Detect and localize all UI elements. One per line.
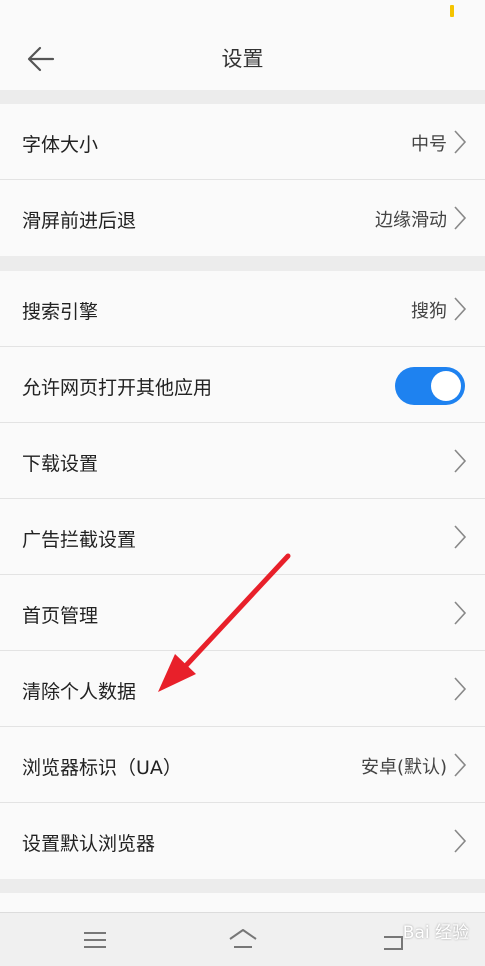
chevron-right-icon	[454, 206, 467, 230]
chevron-right-icon	[454, 525, 467, 549]
nav-home-button[interactable]	[227, 925, 257, 955]
setting-value: 中号	[411, 134, 447, 155]
setting-row-font-size[interactable]: 字体大小 中号	[0, 104, 485, 180]
setting-label: 滑屏前进后退	[22, 210, 137, 232]
allow-open-apps-toggle[interactable]	[395, 367, 465, 405]
setting-label: 广告拦截设置	[22, 529, 137, 551]
settings-group-partial	[0, 893, 485, 912]
setting-label: 设置默认浏览器	[22, 833, 156, 855]
setting-label: 下载设置	[22, 453, 99, 475]
setting-row-search-engine[interactable]: 搜索引擎 搜狗	[0, 271, 485, 347]
battery-icon	[450, 5, 454, 17]
chevron-right-icon	[454, 677, 467, 701]
setting-label: 搜索引擎	[22, 301, 99, 323]
chevron-right-icon	[454, 449, 467, 473]
setting-row-swipe-navigation[interactable]: 滑屏前进后退 边缘滑动	[0, 180, 485, 256]
setting-label: 浏览器标识（UA）	[22, 757, 182, 779]
setting-label: 清除个人数据	[22, 681, 137, 703]
watermark-text: Bai 经验	[402, 923, 469, 943]
status-bar	[0, 0, 485, 28]
chevron-right-icon	[454, 130, 467, 154]
setting-row-allow-open-apps: 允许网页打开其他应用	[0, 347, 485, 423]
menu-icon	[84, 932, 106, 948]
settings-group-display: 字体大小 中号 滑屏前进后退 边缘滑动	[0, 104, 485, 256]
setting-label: 允许网页打开其他应用	[22, 377, 213, 399]
page-title: 设置	[221, 47, 264, 71]
setting-value: 边缘滑动	[375, 210, 447, 231]
setting-value: 安卓(默认)	[360, 757, 447, 778]
home-icon	[229, 929, 257, 948]
chevron-right-icon	[454, 753, 467, 777]
setting-row-ad-block[interactable]: 广告拦截设置	[0, 499, 485, 575]
header-bar: 设置	[0, 28, 485, 90]
nav-menu-button[interactable]	[80, 925, 110, 955]
setting-row-download[interactable]: 下载设置	[0, 423, 485, 499]
chevron-right-icon	[454, 601, 467, 625]
settings-group-browser: 搜索引擎 搜狗 允许网页打开其他应用 下载设置 广告拦截设置 首页管理 清除个人…	[0, 271, 485, 879]
setting-row-default-browser[interactable]: 设置默认浏览器	[0, 803, 485, 879]
toggle-knob	[431, 371, 461, 401]
setting-row-clear-data[interactable]: 清除个人数据	[0, 651, 485, 727]
setting-label: 首页管理	[22, 605, 99, 627]
chevron-right-icon	[454, 297, 467, 321]
setting-row-user-agent[interactable]: 浏览器标识（UA） 安卓(默认)	[0, 727, 485, 803]
setting-value: 搜狗	[411, 301, 447, 322]
chevron-right-icon	[454, 829, 467, 853]
setting-row-homepage[interactable]: 首页管理	[0, 575, 485, 651]
setting-label: 字体大小	[22, 134, 99, 156]
